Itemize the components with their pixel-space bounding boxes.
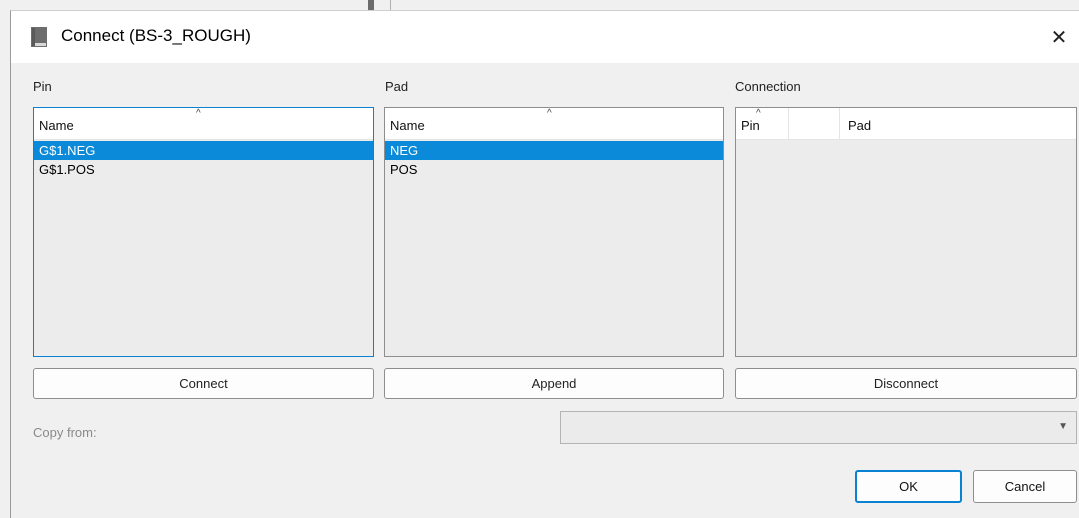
pin-list-item[interactable]: G$1.POS (34, 160, 373, 179)
close-icon: ✕ (1050, 26, 1068, 49)
dialog-title: Connect (BS-3_ROUGH) (61, 26, 251, 45)
connection-pad-column-header[interactable]: Pad (848, 118, 871, 133)
connection-list-header[interactable]: ^ Pin Pad (736, 108, 1076, 140)
sort-ascending-icon: ^ (196, 108, 201, 119)
library-book-icon (31, 27, 47, 47)
pad-list-item[interactable]: POS (385, 160, 723, 179)
pin-name-column-header[interactable]: Name (39, 118, 74, 133)
close-button[interactable]: ✕ (1041, 19, 1077, 55)
pad-name-column-header[interactable]: Name (390, 118, 425, 133)
pad-group-label: Pad (385, 79, 409, 94)
pin-list-item[interactable]: G$1.NEG (34, 141, 373, 160)
connection-list[interactable]: ^ Pin Pad (735, 107, 1077, 357)
connection-pin-column-header[interactable]: Pin (741, 118, 760, 133)
dropdown-arrow-icon: ▼ (1058, 421, 1068, 432)
copy-from-combobox[interactable]: ▼ (560, 411, 1077, 444)
copy-from-label: Copy from: (33, 425, 97, 440)
pin-list-header[interactable]: ^ Name (34, 108, 373, 140)
disconnect-button[interactable]: Disconnect (735, 368, 1077, 399)
pad-list-item[interactable]: NEG (385, 141, 723, 160)
pad-list-header[interactable]: ^ Name (385, 108, 723, 140)
column-separator[interactable] (839, 108, 840, 139)
sort-ascending-icon: ^ (547, 108, 552, 119)
column-separator[interactable] (788, 108, 789, 139)
connection-group-label: Connection (735, 79, 801, 94)
ok-button[interactable]: OK (855, 470, 962, 503)
title-bar: Connect (BS-3_ROUGH) ✕ (11, 11, 1079, 63)
pin-group-label: Pin (33, 79, 52, 94)
pin-list[interactable]: ^ Name G$1.NEG G$1.POS (33, 107, 374, 357)
pad-list[interactable]: ^ Name NEG POS (384, 107, 724, 357)
connect-button[interactable]: Connect (33, 368, 374, 399)
append-button[interactable]: Append (384, 368, 724, 399)
connect-dialog: Connect (BS-3_ROUGH) ✕ Pin ^ Name G$1.NE… (10, 10, 1079, 518)
cancel-button[interactable]: Cancel (973, 470, 1077, 503)
